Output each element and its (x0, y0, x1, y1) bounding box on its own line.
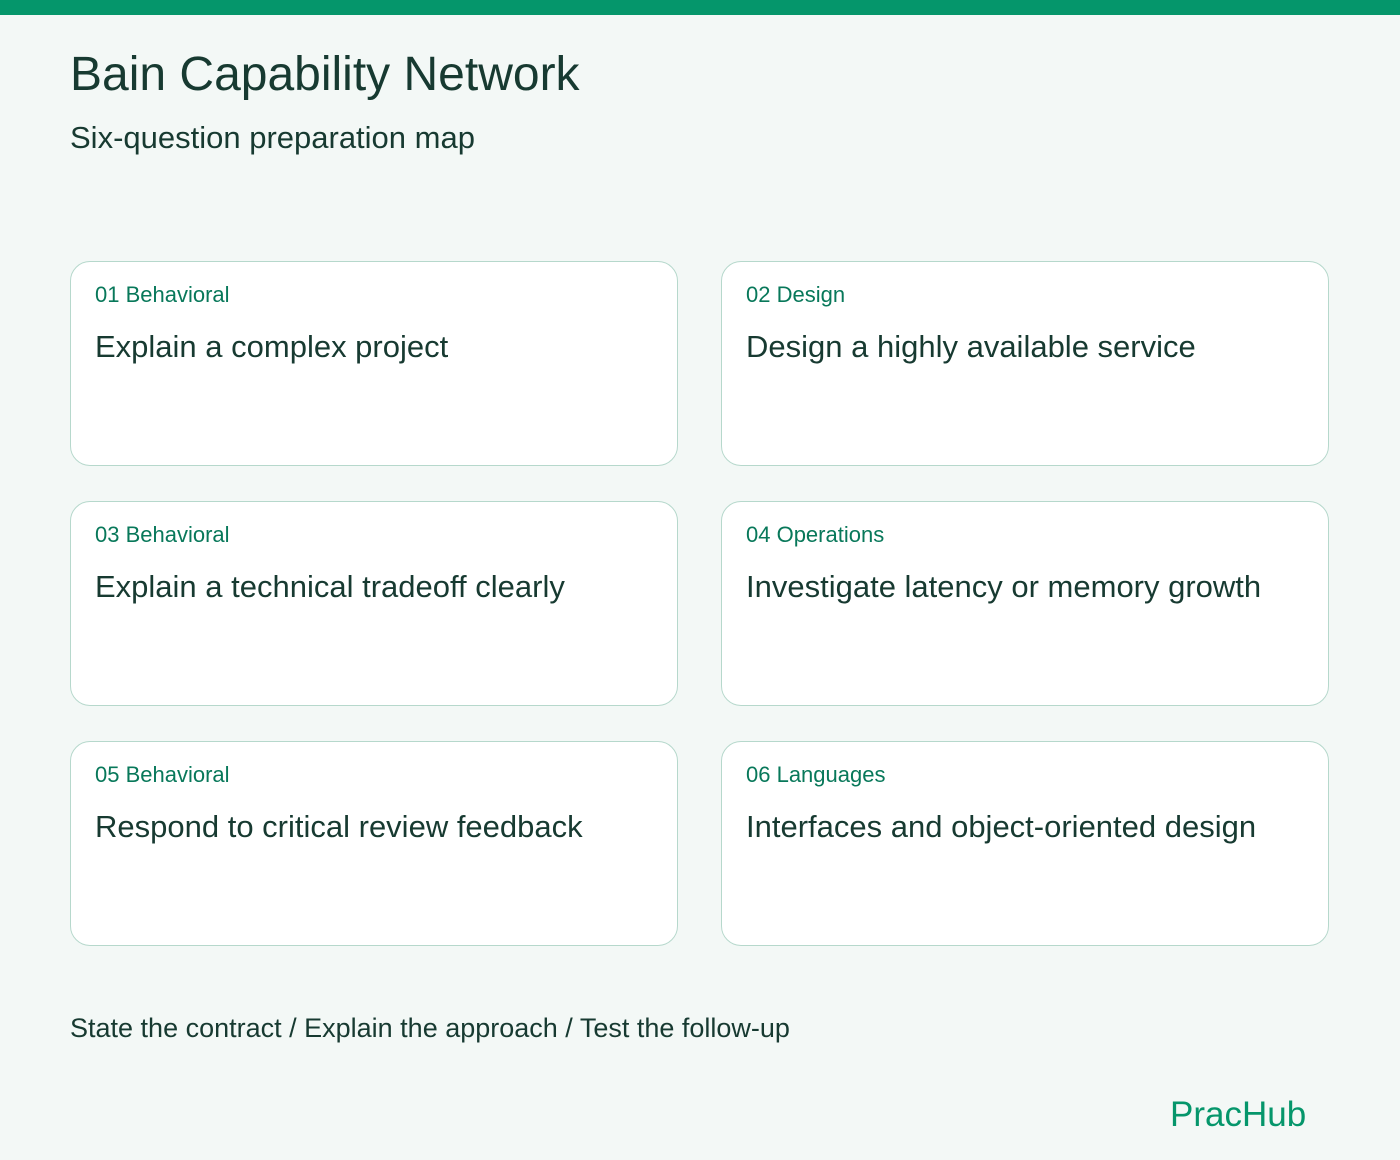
question-card[interactable]: 06 Languages Interfaces and object-orien… (721, 741, 1329, 946)
question-card[interactable]: 05 Behavioral Respond to critical review… (70, 741, 678, 946)
steps-line: State the contract / Explain the approac… (70, 1013, 790, 1043)
page-subtitle: Six-question preparation map (70, 120, 475, 155)
brand-logo: PracHub (1170, 1095, 1307, 1134)
card-question: Interfaces and object-oriented design (746, 809, 1257, 844)
card-question: Respond to critical review feedback (95, 809, 583, 844)
card-tag: 03 Behavioral (95, 522, 230, 547)
card-question: Explain a technical tradeoff clearly (95, 569, 565, 604)
card-tag: 04 Operations (746, 522, 885, 547)
question-card[interactable]: 01 Behavioral Explain a complex project (70, 261, 678, 466)
card-tag: 01 Behavioral (95, 282, 230, 307)
card-tag: 05 Behavioral (95, 762, 230, 787)
card-question: Explain a complex project (95, 329, 449, 364)
question-card[interactable]: 02 Design Design a highly available serv… (721, 261, 1329, 466)
card-question: Design a highly available service (746, 329, 1196, 364)
question-card[interactable]: 03 Behavioral Explain a technical tradeo… (70, 501, 678, 706)
card-tag: 06 Languages (746, 762, 886, 787)
question-card[interactable]: 04 Operations Investigate latency or mem… (721, 501, 1329, 706)
page-title: Bain Capability Network (70, 48, 580, 101)
top-accent-bar (0, 0, 1400, 15)
card-tag: 02 Design (746, 282, 846, 307)
card-question: Investigate latency or memory growth (746, 569, 1262, 604)
